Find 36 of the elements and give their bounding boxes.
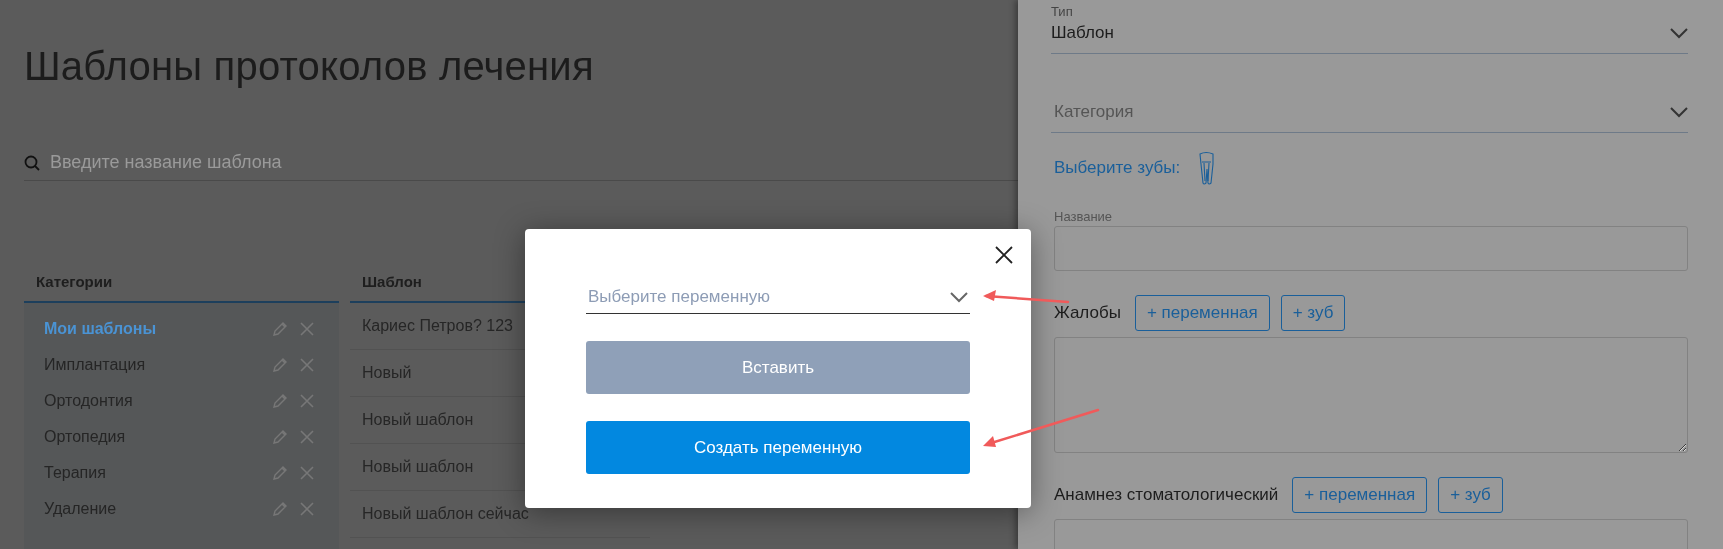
insert-button[interactable]: + зуб xyxy=(1438,477,1503,513)
pencil-icon[interactable] xyxy=(271,428,289,446)
name-input[interactable] xyxy=(1054,226,1688,271)
close-icon[interactable] xyxy=(994,245,1014,265)
category-item[interactable]: Мои шаблоны xyxy=(44,320,261,338)
select-teeth-link[interactable]: Выберите зубы: xyxy=(1054,158,1181,178)
delete-icon[interactable] xyxy=(299,321,315,337)
delete-icon[interactable] xyxy=(299,393,315,409)
variable-select[interactable]: Выберите переменную xyxy=(586,287,970,314)
page-title: Шаблоны протоколов лечения xyxy=(24,43,595,90)
section-label: Жалобы xyxy=(1054,303,1121,323)
category-select[interactable]: Категория xyxy=(1051,98,1688,133)
search-icon xyxy=(24,154,40,171)
text-area[interactable] xyxy=(1054,337,1688,453)
field-label: Название xyxy=(1053,209,1114,224)
pencil-icon[interactable] xyxy=(271,320,289,338)
tooth-icon[interactable] xyxy=(1198,151,1216,185)
chevron-icon xyxy=(950,291,968,303)
delete-icon[interactable] xyxy=(299,357,315,373)
delete-icon[interactable] xyxy=(299,501,315,517)
pencil-icon[interactable] xyxy=(271,356,289,374)
field-label: Тип xyxy=(1051,4,1074,19)
create-variable-button[interactable]: Создать переменную xyxy=(586,421,970,474)
insert-button[interactable]: + переменная xyxy=(1292,477,1428,513)
delete-icon[interactable] xyxy=(299,429,315,445)
search-field[interactable]: Введите название шаблона xyxy=(50,152,1018,173)
pencil-icon[interactable] xyxy=(271,392,289,410)
type-select[interactable]: Шаблон xyxy=(1051,19,1688,54)
pencil-icon[interactable] xyxy=(271,464,289,482)
insert-button[interactable]: + зуб xyxy=(1280,295,1346,331)
insert-button[interactable]: + переменная xyxy=(1134,295,1270,331)
section-label: Анамнез стоматологический xyxy=(1054,485,1279,505)
delete-icon[interactable] xyxy=(299,465,315,481)
pencil-icon[interactable] xyxy=(271,500,289,518)
chevron-icon xyxy=(1670,27,1688,39)
chevron-icon xyxy=(1670,106,1688,118)
